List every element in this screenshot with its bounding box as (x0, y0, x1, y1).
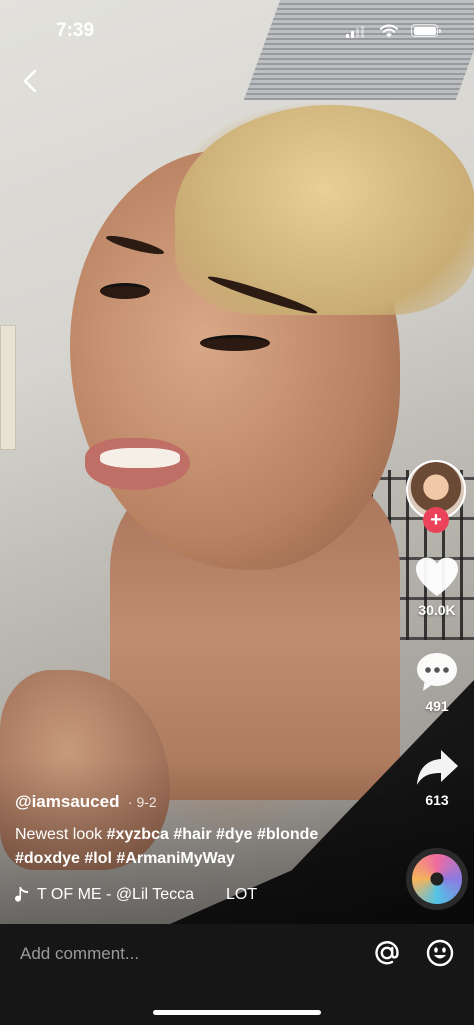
caption-text: Newest look #xyzbca #hair #dye #blonde #… (15, 823, 395, 871)
hashtag-link[interactable]: #dye (216, 826, 252, 843)
comment-bubble-icon (417, 653, 457, 691)
music-disc[interactable] (406, 848, 468, 910)
music-note-icon (15, 887, 28, 902)
hashtag-link[interactable]: #blonde (257, 826, 318, 843)
video-subject-eye (200, 335, 270, 351)
like-button[interactable]: 30.0K (402, 556, 472, 618)
comment-button[interactable]: 491 (402, 650, 472, 714)
hashtag-link[interactable]: #xyzbca (107, 826, 169, 843)
status-time: 7:39 (56, 20, 95, 41)
smiley-icon (426, 939, 454, 967)
wifi-icon (380, 24, 398, 38)
plus-icon: + (430, 509, 442, 531)
comment-count: 491 (425, 698, 449, 714)
follow-button[interactable]: + (423, 507, 449, 533)
post-date: · 9-2 (127, 794, 157, 810)
home-indicator[interactable] (153, 1010, 321, 1015)
chevron-left-icon (23, 69, 37, 93)
cellular-signal-icon (346, 26, 364, 38)
share-arrow-icon (417, 750, 458, 785)
status-bar: 7:39 (0, 0, 474, 60)
heart-icon (416, 557, 458, 596)
battery-icon (411, 24, 441, 37)
back-button[interactable] (16, 66, 44, 96)
caption-plain-text: Newest look (15, 826, 103, 843)
creator-avatar[interactable]: + (406, 460, 466, 533)
video-caption: @iamsauced · 9-2 Newest look #xyzbca #ha… (15, 792, 395, 871)
music-title: T OF ME - @Lil Tecca (37, 886, 195, 903)
at-sign-icon (375, 941, 399, 965)
creator-username[interactable]: @iamsauced (15, 792, 119, 811)
mention-button[interactable] (372, 938, 402, 968)
emoji-button[interactable] (425, 938, 455, 968)
hashtag-link[interactable]: #lol (84, 850, 112, 867)
share-count: 613 (425, 792, 449, 808)
hashtag-link[interactable]: #doxdye (15, 850, 80, 867)
video-subject-teeth (100, 448, 180, 468)
like-count: 30.0K (418, 602, 456, 618)
share-button[interactable]: 613 (402, 748, 472, 808)
hashtag-link[interactable]: #hair (173, 826, 211, 843)
comment-bar (0, 924, 474, 1025)
comment-input[interactable] (20, 940, 360, 968)
music-title-scroll: LOT (226, 886, 258, 903)
background-poster (0, 325, 16, 450)
video-subject-eye (100, 283, 150, 299)
music-info[interactable]: T OF ME - @Lil Tecca LOT (15, 884, 385, 906)
hashtag-link[interactable]: #ArmaniMyWay (116, 850, 235, 867)
